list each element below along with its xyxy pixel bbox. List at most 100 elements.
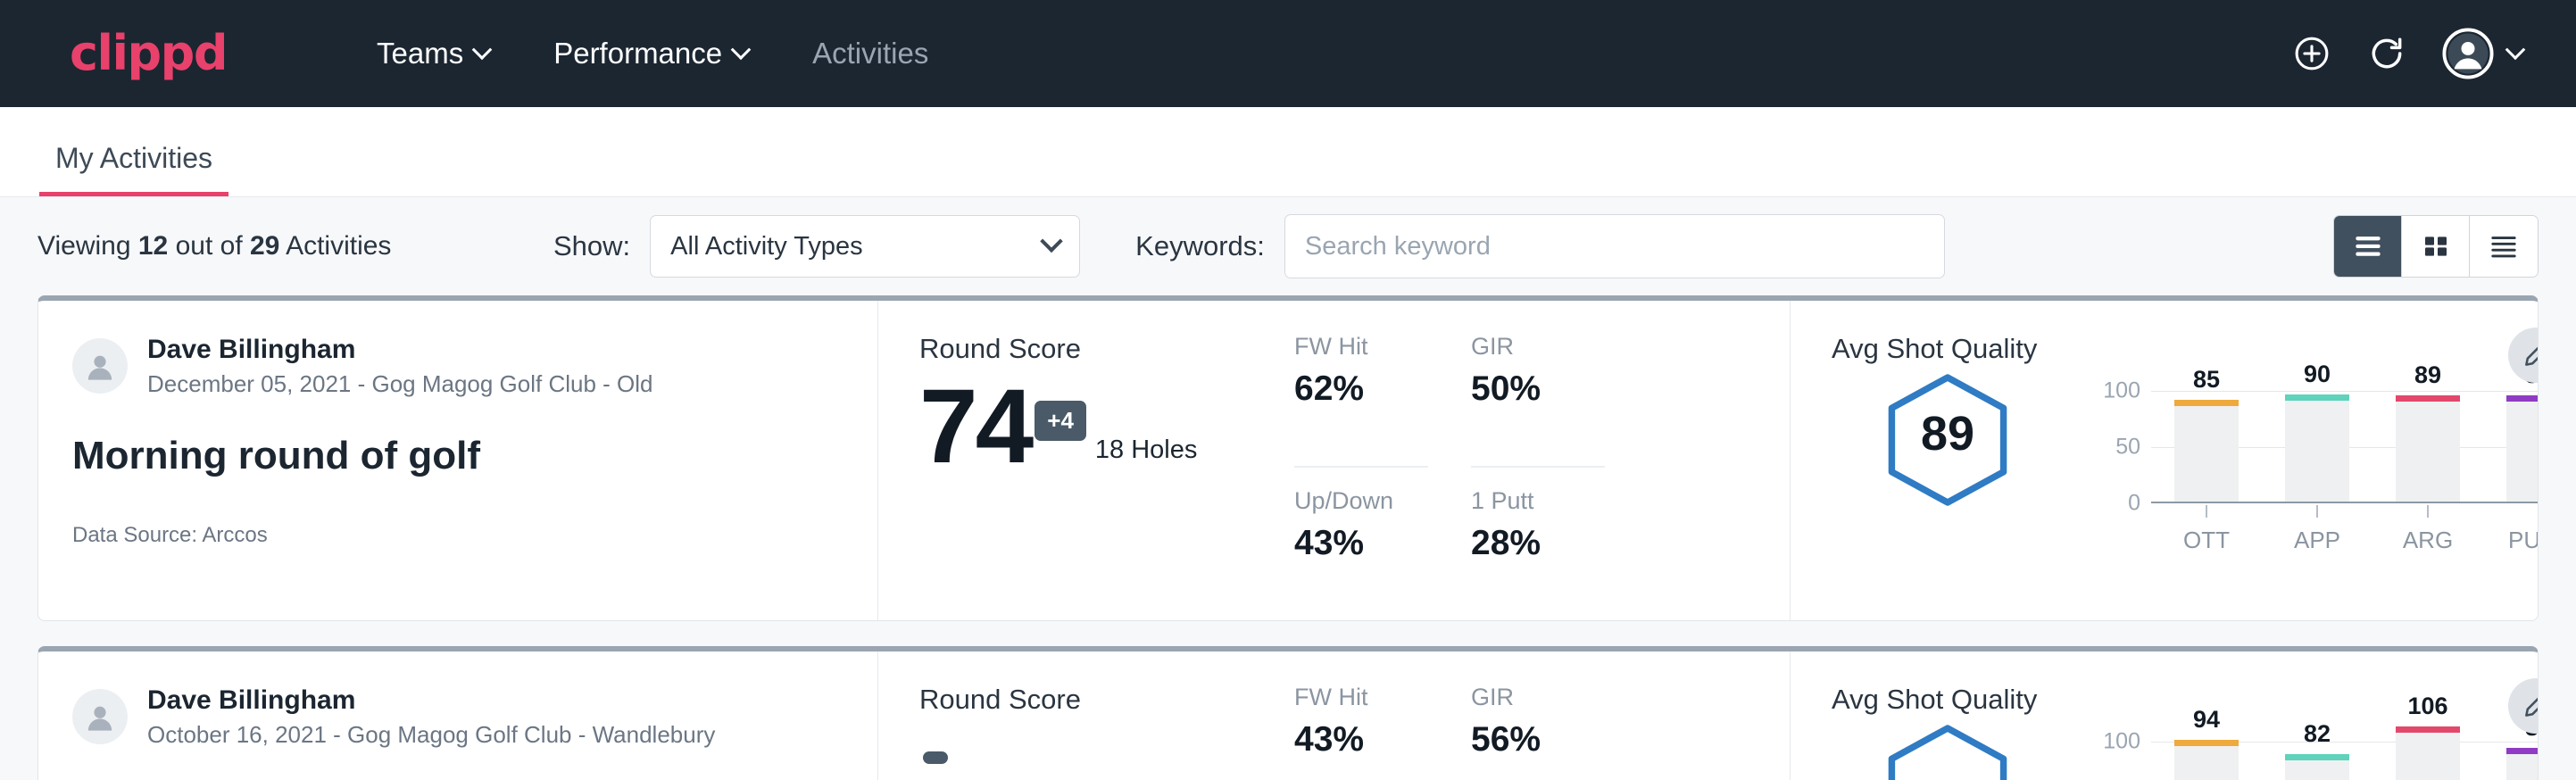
activity-type-select[interactable]: All Activity Types <box>650 215 1080 278</box>
chart-bar <box>2174 406 2239 502</box>
stat-value: 28% <box>1471 524 1605 563</box>
stat-value: 43% <box>1294 720 1428 759</box>
chart-bar <box>2174 746 2239 780</box>
chart-bars: 948210687 <box>2151 725 2539 780</box>
activity-title: Morning round of golf <box>72 434 877 478</box>
chart-bar <box>2285 760 2349 780</box>
activity-meta: December 05, 2021 - Gog Magog Golf Club … <box>147 369 653 400</box>
stat-gir: GIR 56% <box>1471 684 1605 780</box>
chart-bar-cap <box>2506 748 2539 754</box>
filter-controls: Show: All Activity Types Keywords: <box>553 214 2539 278</box>
activity-summary: Dave Billingham December 05, 2021 - Gog … <box>38 301 877 620</box>
avg-shot-quality-value <box>1832 718 2064 780</box>
viewing-prefix: Viewing <box>37 231 131 261</box>
x-axis-tick-mark <box>2538 505 2539 518</box>
activity-type-select-value: All Activity Types <box>670 232 862 261</box>
chart-plot-area: 85 90 89 89 <box>2151 374 2539 503</box>
chevron-down-icon <box>472 39 493 60</box>
y-axis-tick-label: 100 <box>2103 728 2140 754</box>
x-axis-tick: PUTT <box>2506 505 2539 554</box>
round-score-block: Round Score 74 +4 18 Holes <box>919 333 1294 620</box>
chart-baseline <box>2151 502 2539 503</box>
viewing-total: 29 <box>250 231 279 261</box>
stat-label: GIR <box>1471 333 1605 361</box>
x-axis-tick: APP <box>2285 505 2349 554</box>
chart-y-axis: 100500 <box>2094 725 2146 780</box>
chart-bar-column: 89 <box>2396 374 2460 502</box>
account-menu[interactable] <box>2442 28 2522 79</box>
y-axis-tick-label: 0 <box>2128 491 2140 517</box>
stat-fw-hit: FW Hit 43% <box>1294 684 1428 780</box>
avg-shot-quality-value: 89 <box>1832 367 2064 501</box>
chart-bar <box>2506 402 2539 502</box>
chart-bar-column: 85 <box>2174 374 2239 502</box>
stat-up-down: Up/Down 43% <box>1294 487 1428 620</box>
add-circle-icon[interactable] <box>2292 34 2331 73</box>
activity-card[interactable]: Dave Billingham October 16, 2021 - Gog M… <box>37 646 2539 780</box>
nav-item-activities-label: Activities <box>812 37 928 71</box>
refresh-icon[interactable] <box>2367 34 2406 73</box>
round-stats: FW Hit 43% GIR 56% Up/Down 1 Putt <box>1294 684 1605 780</box>
shot-quality-bar-chart: 100 50 0 85 90 89 89 OTT APP ARG PUTT <box>2094 374 2539 552</box>
avatar <box>72 338 128 394</box>
round-score-label: Round Score <box>919 684 1294 716</box>
x-axis-tick: ARG <box>2396 505 2460 554</box>
stat-value: 43% <box>1294 524 1428 563</box>
score-differential-badge: +4 <box>1035 401 1086 441</box>
round-score-section: Round Score FW Hit 43% GIR 56% <box>877 651 1790 780</box>
avg-shot-quality-section: Avg Shot Quality 100500948210687OTTAPPAR… <box>1790 651 2539 780</box>
main-content: Viewing 12 out of 29 Activities Show: Al… <box>0 197 2576 780</box>
round-score-row: 74 +4 18 Holes <box>919 376 1294 476</box>
stat-fw-hit: FW Hit 62% <box>1294 333 1428 468</box>
stat-value: 56% <box>1471 720 1605 759</box>
round-score-row <box>919 726 1294 780</box>
search-input[interactable] <box>1284 214 1945 278</box>
chart-bar <box>2506 754 2539 780</box>
avg-shot-quality-body: 100500948210687OTTAPPARGPUTT <box>1832 718 2539 780</box>
x-axis-tick: OTT <box>2174 505 2239 554</box>
activity-card[interactable]: Dave Billingham December 05, 2021 - Gog … <box>37 295 2539 621</box>
chart-bar-value-label: 106 <box>2396 693 2460 720</box>
nav-item-performance[interactable]: Performance <box>521 37 780 71</box>
chart-x-axis: OTT APP ARG PUTT <box>2151 505 2539 554</box>
viewing-count: 12 <box>138 231 168 261</box>
list-view-toggle[interactable] <box>2334 216 2402 277</box>
round-score-block: Round Score <box>919 684 1294 780</box>
chart-bar-column: 90 <box>2285 374 2349 502</box>
chart-bar-cap <box>2396 726 2460 733</box>
shot-quality-bar-chart: 100500948210687OTTAPPARGPUTT <box>2094 725 2539 780</box>
y-axis-tick-label: 100 <box>2103 378 2140 403</box>
stat-label: FW Hit <box>1294 684 1428 711</box>
chart-bar-column: 89 <box>2506 374 2539 502</box>
compact-view-toggle[interactable] <box>2470 216 2538 277</box>
nav-item-activities[interactable]: Activities <box>780 37 960 71</box>
x-axis-tick-label: ARG <box>2396 527 2460 554</box>
score-badge-wrap <box>919 726 948 780</box>
chart-bar-value-label: 89 <box>2396 361 2460 389</box>
avg-shot-quality-body: 89 100 50 0 85 90 89 89 OTT APP ARG PUTT <box>1832 367 2539 552</box>
primary-nav: Teams Performance Activities <box>345 37 960 71</box>
chart-bar-value-label: 94 <box>2174 706 2239 734</box>
app-logo[interactable]: clippd <box>70 29 227 78</box>
shot-quality-hexagon: 89 <box>1832 367 2064 508</box>
viewing-middle: out of <box>176 231 243 261</box>
y-axis-tick-label: 50 <box>2115 434 2140 460</box>
score-badge-wrap: +4 <box>1031 376 1086 476</box>
chart-bar-cap <box>2396 395 2460 402</box>
chart-y-axis: 100500 <box>2094 374 2146 503</box>
grid-view-toggle[interactable] <box>2402 216 2470 277</box>
chevron-down-icon <box>1040 230 1062 253</box>
nav-item-teams[interactable]: Teams <box>345 37 521 71</box>
chart-bar-cap <box>2174 400 2239 406</box>
stat-label: GIR <box>1471 684 1605 711</box>
chevron-down-icon <box>2505 39 2526 60</box>
chart-bar-column: 106 <box>2396 725 2460 780</box>
nav-item-teams-label: Teams <box>377 37 463 71</box>
x-axis-tick-mark <box>2206 505 2207 518</box>
tab-my-activities[interactable]: My Activities <box>39 144 229 196</box>
chevron-down-icon <box>731 39 752 60</box>
round-stats: FW Hit 62% GIR 50% Up/Down 43% 1 Putt 28… <box>1294 333 1605 620</box>
chart-bar-cap <box>2285 394 2349 401</box>
chart-bar <box>2396 733 2460 780</box>
chart-bar-column: 94 <box>2174 725 2239 780</box>
